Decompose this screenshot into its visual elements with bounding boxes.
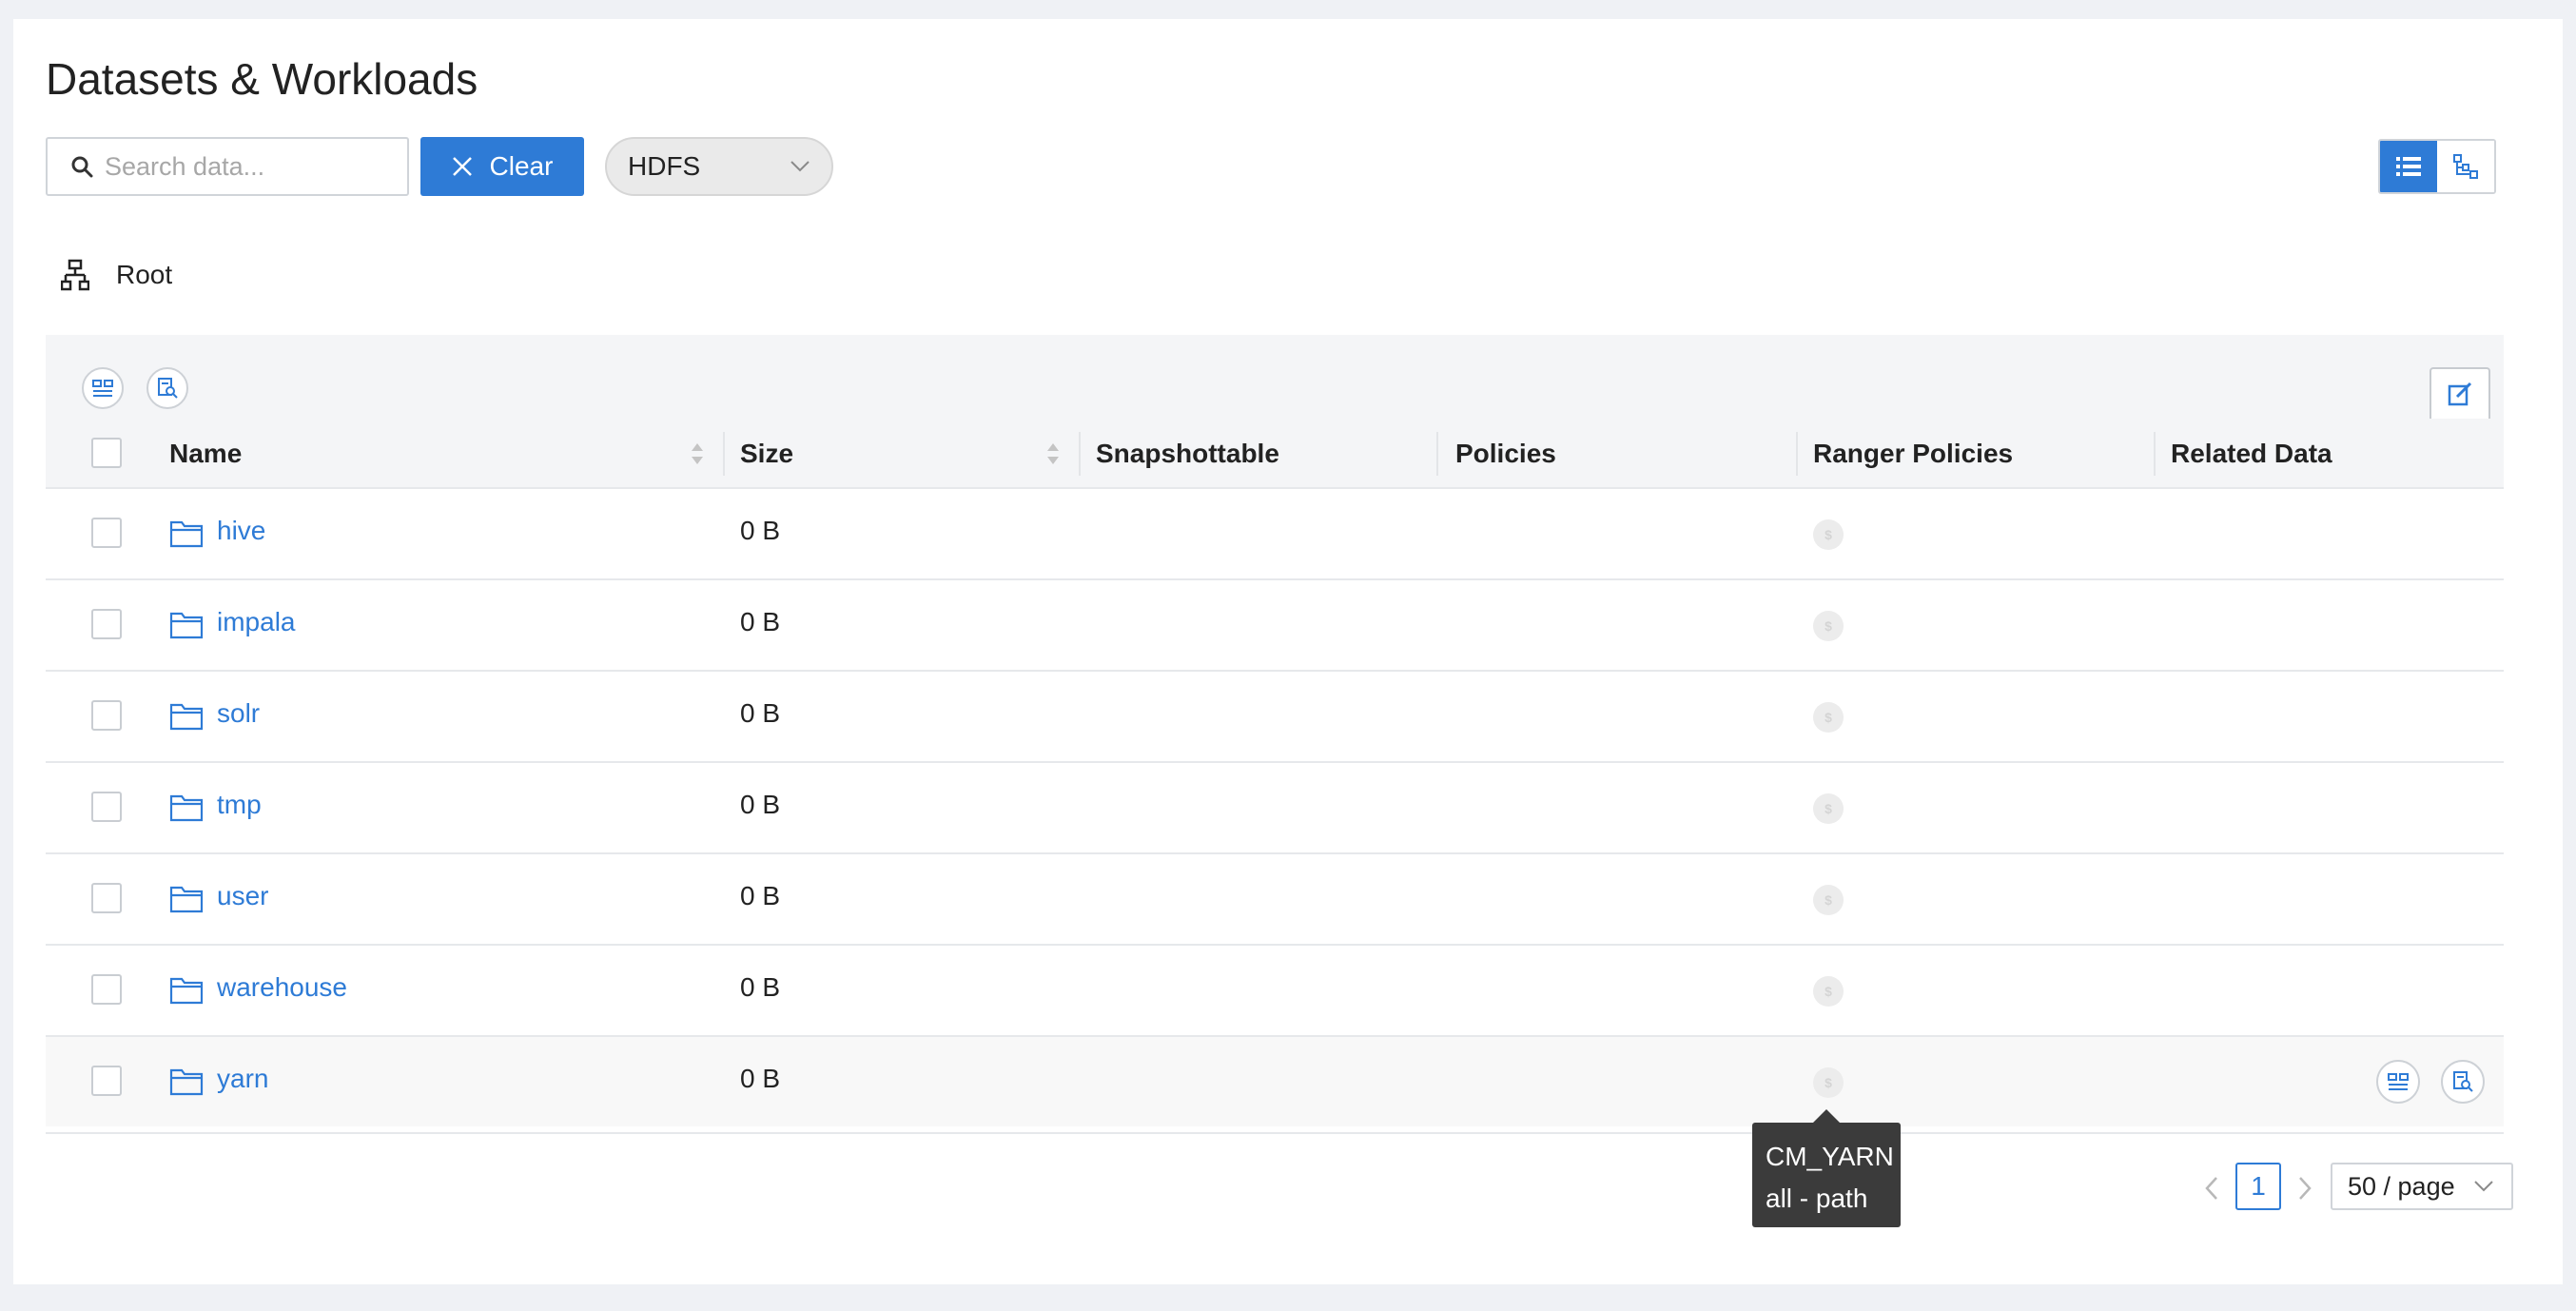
edit-columns-button[interactable]: [2430, 367, 2490, 419]
table-row[interactable]: impala 0 B $: [46, 578, 2504, 670]
list-view-button[interactable]: [2380, 141, 2437, 192]
folder-icon: [169, 794, 204, 822]
breadcrumb-root[interactable]: Root: [116, 260, 172, 290]
overview-icon: [2388, 1073, 2409, 1090]
column-header-snapshottable: Snapshottable: [1096, 439, 1279, 468]
page-size-select[interactable]: 50 / page: [2331, 1163, 2513, 1210]
clear-button-label: Clear: [489, 151, 554, 181]
row-data-search-button[interactable]: [2441, 1060, 2485, 1104]
folder-size: 0 B: [740, 1064, 781, 1093]
folder-icon: [169, 886, 204, 913]
column-header-name[interactable]: Name: [169, 421, 242, 487]
ranger-policy-icon[interactable]: $: [1813, 1067, 1844, 1098]
search-box[interactable]: [46, 137, 409, 196]
folder-size: 0 B: [740, 972, 781, 1002]
column-separator: [1796, 432, 1798, 476]
data-search-button[interactable]: [146, 367, 188, 409]
table-row[interactable]: tmp 0 B $: [46, 761, 2504, 852]
hierarchy-icon: [61, 259, 89, 291]
clear-button[interactable]: Clear: [420, 137, 584, 196]
table-row[interactable]: warehouse 0 B $: [46, 944, 2504, 1035]
page-title: Datasets & Workloads: [46, 54, 478, 104]
source-select-value: HDFS: [628, 151, 701, 181]
close-icon: [452, 157, 472, 176]
page-size-value: 50 / page: [2348, 1171, 2455, 1201]
table-bottom-border: [46, 1132, 2504, 1134]
tree-view-icon: [2453, 154, 2478, 179]
folder-name-link[interactable]: user: [217, 881, 268, 911]
folder-size: 0 B: [740, 790, 781, 819]
prev-page-icon[interactable]: [2199, 1172, 2226, 1204]
source-select[interactable]: HDFS: [605, 137, 833, 196]
row-checkbox[interactable]: [91, 609, 122, 639]
table-row[interactable]: hive 0 B $: [46, 487, 2504, 578]
folder-size: 0 B: [740, 698, 781, 728]
overview-button[interactable]: [82, 367, 124, 409]
folder-name-link[interactable]: solr: [217, 698, 260, 729]
search-icon: [71, 156, 93, 178]
edit-icon: [2448, 382, 2472, 406]
folder-icon: [169, 703, 204, 731]
folder-name-link[interactable]: yarn: [217, 1064, 268, 1094]
folder-name-link[interactable]: warehouse: [217, 972, 347, 1003]
row-checkbox[interactable]: [91, 974, 122, 1005]
folder-name-link[interactable]: hive: [217, 516, 265, 546]
ranger-policy-tooltip: CM_YARN all - path: [1752, 1109, 1901, 1227]
ranger-policy-icon[interactable]: $: [1813, 793, 1844, 824]
sort-icon[interactable]: [691, 440, 704, 468]
row-checkbox[interactable]: [91, 792, 122, 822]
ranger-policy-icon[interactable]: $: [1813, 976, 1844, 1007]
column-separator: [1436, 432, 1438, 476]
view-toggle: [2378, 139, 2496, 194]
row-checkbox[interactable]: [91, 518, 122, 548]
data-search-icon: [158, 378, 178, 399]
row-overview-button[interactable]: [2376, 1060, 2420, 1104]
dataset-table: Name Size Snapshottable Policies Ranger …: [46, 335, 2504, 1134]
column-header-ranger-policies: Ranger Policies: [1813, 439, 2014, 468]
column-separator: [2154, 432, 2156, 476]
sort-icon[interactable]: [1046, 440, 1060, 468]
column-separator: [723, 432, 725, 476]
ranger-policy-icon[interactable]: $: [1813, 885, 1844, 915]
data-search-icon: [2453, 1071, 2473, 1092]
table-row[interactable]: solr 0 B $: [46, 670, 2504, 761]
row-checkbox[interactable]: [91, 700, 122, 731]
select-all-checkbox[interactable]: [91, 438, 122, 468]
list-view-icon: [2396, 157, 2421, 176]
folder-icon: [169, 977, 204, 1005]
tree-view-button[interactable]: [2437, 141, 2494, 192]
next-page-icon[interactable]: [2291, 1172, 2317, 1204]
folder-name-link[interactable]: impala: [217, 607, 295, 637]
column-separator: [1079, 432, 1081, 476]
ranger-policy-icon[interactable]: $: [1813, 702, 1844, 733]
chevron-down-icon: [2474, 1181, 2493, 1192]
column-header-policies: Policies: [1455, 439, 1556, 468]
folder-icon: [169, 1068, 204, 1096]
folder-name-link[interactable]: tmp: [217, 790, 262, 820]
folder-size: 0 B: [740, 607, 781, 636]
column-header-size[interactable]: Size: [740, 421, 793, 487]
tooltip-policy-scope: all - path: [1766, 1184, 1868, 1213]
row-checkbox[interactable]: [91, 883, 122, 913]
tooltip-policy-name: CM_YARN: [1766, 1142, 1894, 1171]
tooltip-arrow: [1813, 1109, 1840, 1123]
breadcrumb: Root: [46, 259, 172, 291]
folder-size: 0 B: [740, 516, 781, 545]
folder-icon: [169, 612, 204, 639]
row-checkbox[interactable]: [91, 1066, 122, 1096]
overview-icon: [92, 380, 113, 397]
table-row[interactable]: yarn 0 B $: [46, 1035, 2504, 1126]
folder-icon: [169, 520, 204, 548]
ranger-policy-icon[interactable]: $: [1813, 611, 1844, 641]
search-input[interactable]: [103, 150, 392, 183]
chevron-down-icon: [790, 161, 810, 172]
table-row[interactable]: user 0 B $: [46, 852, 2504, 944]
ranger-policy-icon[interactable]: $: [1813, 519, 1844, 550]
column-header-related-data: Related Data: [2171, 439, 2332, 468]
folder-size: 0 B: [740, 881, 781, 910]
current-page-button[interactable]: 1: [2235, 1163, 2281, 1210]
